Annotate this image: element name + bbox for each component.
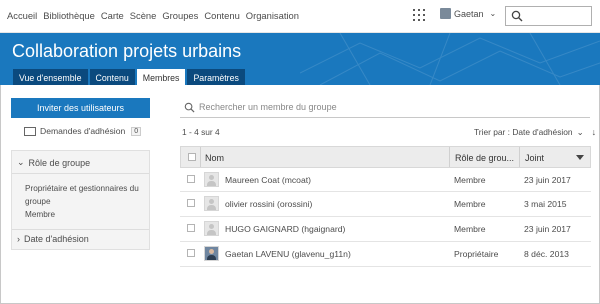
member-search-placeholder: Rechercher un membre du groupe — [199, 102, 337, 112]
request-icon — [24, 126, 36, 136]
top-navigation: Accueil Bibliothèque Carte Scène Groupes… — [0, 0, 600, 33]
nav-links: Accueil Bibliothèque Carte Scène Groupes… — [7, 10, 299, 21]
column-header-name[interactable]: Nom — [205, 153, 224, 163]
member-joined-date: 23 juin 2017 — [524, 224, 571, 234]
member-search-input[interactable]: Rechercher un membre du groupe — [180, 98, 590, 118]
role-option-owner-managers[interactable]: Propriétaire et gestionnaires du groupe — [25, 182, 147, 208]
nav-link-groupes[interactable]: Groupes — [162, 10, 198, 21]
member-joined-date: 8 déc. 2013 — [524, 249, 569, 259]
role-option-member[interactable]: Membre — [25, 208, 147, 221]
nav-link-organisation[interactable]: Organisation — [246, 10, 299, 21]
members-table: Nom Rôle de grou... Joint Maureen Coat (… — [180, 146, 591, 267]
column-divider — [449, 147, 450, 167]
chevron-down-icon: ⌄ — [17, 157, 25, 167]
row-checkbox[interactable] — [187, 175, 195, 183]
nav-link-contenu[interactable]: Contenu — [204, 10, 239, 21]
filter-panel: ⌄ Rôle de groupe Propriétaire et gestion… — [11, 150, 150, 250]
member-role: Membre — [454, 199, 486, 209]
sort-dropdown[interactable]: Trier par : Date d'adhésion ⌄ ↓ — [474, 127, 596, 137]
nav-link-carte[interactable]: Carte — [101, 10, 124, 21]
member-role: Membre — [454, 224, 486, 234]
requests-count-badge: 0 — [131, 126, 142, 136]
table-header: Nom Rôle de grou... Joint — [180, 146, 591, 168]
date-filter-title: Date d'adhésion — [24, 234, 89, 244]
select-all-checkbox[interactable] — [188, 153, 196, 161]
role-filter-title: Rôle de groupe — [28, 157, 91, 168]
column-header-role[interactable]: Rôle de grou... — [455, 153, 514, 163]
result-count: 1 - 4 sur 4 — [182, 127, 220, 137]
date-filter-toggle[interactable]: › Date d'adhésion — [17, 234, 89, 244]
chevron-right-icon: › — [17, 234, 20, 244]
row-checkbox[interactable] — [187, 199, 195, 207]
chevron-down-icon: ⌄ — [489, 9, 497, 18]
avatar — [204, 172, 219, 187]
row-checkbox[interactable] — [187, 249, 195, 257]
sort-direction-icon[interactable]: ↓ — [592, 127, 597, 137]
column-divider — [519, 147, 520, 167]
nav-link-scene[interactable]: Scène — [130, 10, 157, 21]
sort-label: Trier par : Date d'adhésion — [474, 127, 573, 137]
nav-link-accueil[interactable]: Accueil — [7, 10, 37, 21]
row-checkbox[interactable] — [187, 224, 195, 232]
table-row[interactable]: Maureen Coat (mcoat) Membre 23 juin 2017 — [180, 168, 591, 192]
role-filter-toggle[interactable]: ⌄ Rôle de groupe — [17, 157, 90, 168]
nav-link-bibliotheque[interactable]: Bibliothèque — [43, 10, 95, 21]
sort-descending-icon[interactable] — [576, 155, 584, 160]
member-joined-date: 23 juin 2017 — [524, 175, 571, 185]
user-avatar — [440, 8, 451, 19]
member-name: Gaetan LAVENU (glavenu_g11n) — [225, 249, 351, 259]
search-icon — [511, 10, 523, 22]
member-name: Maureen Coat (mcoat) — [225, 175, 311, 185]
column-header-joined[interactable]: Joint — [525, 153, 544, 163]
requests-label: Demandes d'adhésion — [40, 126, 126, 136]
member-role: Propriétaire — [454, 249, 499, 259]
apps-grid-icon[interactable] — [413, 9, 425, 21]
member-name: HUGO GAIGNARD (hgaignard) — [225, 224, 346, 234]
divider — [12, 173, 149, 174]
table-row[interactable]: HUGO GAIGNARD (hgaignard) Membre 23 juin… — [180, 217, 591, 242]
chevron-down-icon: ⌄ — [576, 127, 584, 137]
member-role: Membre — [454, 175, 486, 185]
avatar — [204, 221, 219, 236]
tab-members[interactable]: Membres — [136, 69, 186, 85]
divider — [12, 229, 149, 230]
user-name: Gaetan — [454, 8, 484, 19]
global-search-input[interactable] — [505, 6, 592, 26]
invite-users-button[interactable]: Inviter des utilisateurs — [11, 98, 150, 118]
avatar — [204, 196, 219, 211]
membership-requests-link[interactable]: Demandes d'adhésion 0 — [24, 126, 142, 136]
user-menu[interactable]: Gaetan ⌄ — [440, 8, 496, 19]
member-name: olivier rossini (orossini) — [225, 199, 313, 209]
table-row[interactable]: olivier rossini (orossini) Membre 3 mai … — [180, 192, 591, 217]
table-row[interactable]: Gaetan LAVENU (glavenu_g11n) Propriétair… — [180, 242, 591, 267]
member-joined-date: 3 mai 2015 — [524, 199, 567, 209]
search-icon — [184, 102, 195, 113]
column-divider — [200, 147, 201, 167]
group-title: Collaboration projets urbains — [12, 41, 242, 61]
banner-map-pattern — [300, 33, 600, 85]
role-filter-options: Propriétaire et gestionnaires du groupe … — [25, 182, 147, 221]
tab-settings[interactable]: Paramètres — [187, 69, 245, 85]
tab-overview[interactable]: Vue d'ensemble — [13, 69, 88, 85]
avatar — [204, 246, 219, 261]
tab-content[interactable]: Contenu — [89, 69, 135, 85]
group-tabs: Vue d'ensemble Contenu Membres Paramètre… — [13, 69, 245, 85]
